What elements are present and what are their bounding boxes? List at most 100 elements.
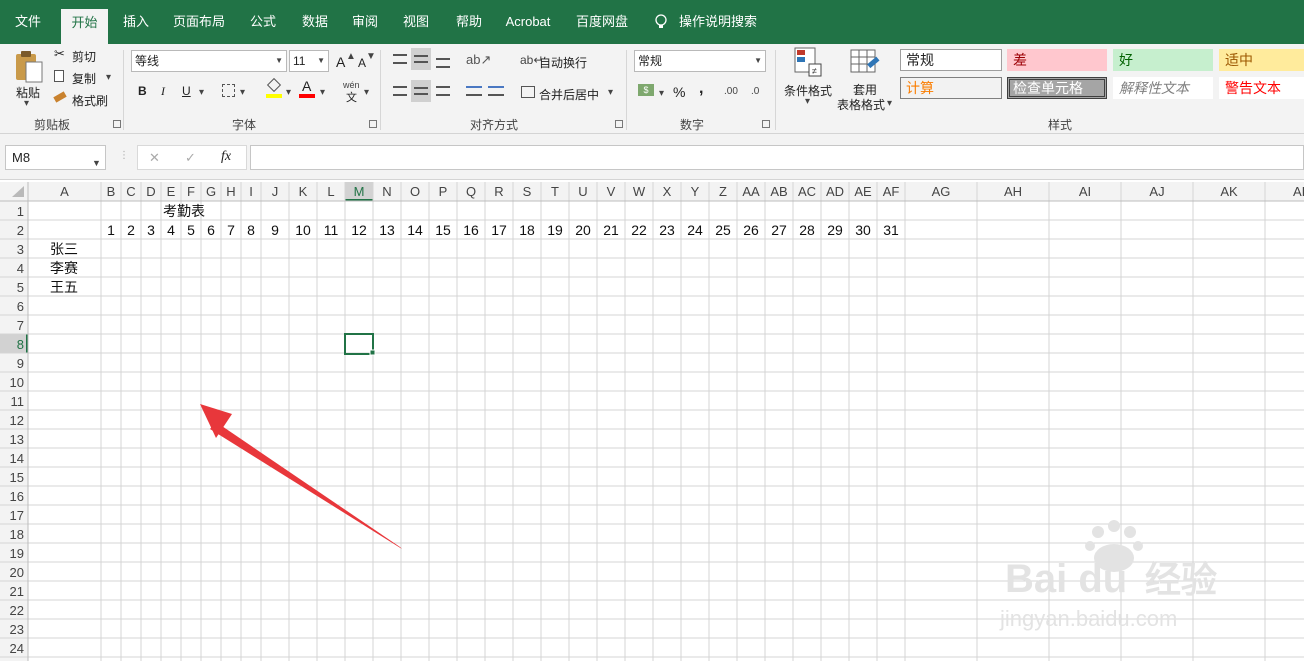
cell-style-1[interactable]: 常规 bbox=[900, 49, 1002, 71]
row-header-15[interactable]: 15 bbox=[10, 470, 24, 485]
tab-2[interactable]: 开始 bbox=[61, 9, 108, 44]
row-header-3[interactable]: 3 bbox=[17, 242, 24, 257]
sheet-title-cell[interactable]: 考勤表 bbox=[163, 203, 205, 219]
day-cell[interactable]: 4 bbox=[167, 222, 175, 238]
row-header-11[interactable]: 11 bbox=[11, 394, 25, 409]
column-header-AK[interactable]: AK bbox=[1220, 184, 1238, 199]
align-right-icon[interactable] bbox=[436, 86, 450, 96]
day-cell[interactable]: 10 bbox=[295, 222, 311, 238]
align-center-icon[interactable] bbox=[411, 80, 431, 102]
row-header-9[interactable]: 9 bbox=[17, 356, 24, 371]
day-cell[interactable]: 15 bbox=[435, 222, 451, 238]
day-cell[interactable]: 14 bbox=[407, 222, 423, 238]
column-header-AA[interactable]: AA bbox=[742, 184, 760, 199]
column-header-AE[interactable]: AE bbox=[854, 184, 872, 199]
tab-6[interactable]: 数据 bbox=[292, 8, 338, 36]
cell-style-2[interactable]: 差 bbox=[1007, 49, 1107, 71]
row-header-21[interactable]: 21 bbox=[10, 584, 24, 599]
row-header-1[interactable]: 1 bbox=[17, 204, 24, 219]
column-header-Z[interactable]: Z bbox=[719, 184, 727, 199]
day-cell[interactable]: 25 bbox=[715, 222, 731, 238]
column-header-M[interactable]: M bbox=[354, 184, 365, 199]
day-cell[interactable]: 6 bbox=[207, 222, 215, 238]
column-header-AB[interactable]: AB bbox=[770, 184, 787, 199]
column-header-W[interactable]: W bbox=[633, 184, 646, 199]
row-header-6[interactable]: 6 bbox=[17, 299, 24, 314]
alignment-launcher-icon[interactable] bbox=[615, 120, 623, 128]
drag-handle-icon[interactable]: ⋮ bbox=[119, 150, 129, 161]
column-header-L[interactable]: L bbox=[327, 184, 334, 199]
decrease-indent-icon[interactable] bbox=[466, 86, 482, 96]
column-header-AJ[interactable]: AJ bbox=[1149, 184, 1164, 199]
insert-function-icon[interactable]: fx bbox=[221, 149, 231, 165]
grow-font-button[interactable]: A bbox=[336, 54, 345, 70]
column-header-B[interactable]: B bbox=[107, 184, 116, 199]
name-cell[interactable]: 李赛 bbox=[50, 260, 78, 276]
day-cell[interactable]: 23 bbox=[659, 222, 675, 238]
day-cell[interactable]: 8 bbox=[247, 222, 255, 238]
column-header-O[interactable]: O bbox=[410, 184, 420, 199]
column-header-U[interactable]: U bbox=[578, 184, 587, 199]
day-cell[interactable]: 17 bbox=[491, 222, 507, 238]
column-header-R[interactable]: R bbox=[494, 184, 503, 199]
day-cell[interactable]: 31 bbox=[883, 222, 899, 238]
increase-indent-icon[interactable] bbox=[488, 86, 504, 96]
day-cell[interactable]: 13 bbox=[379, 222, 395, 238]
day-cell[interactable]: 27 bbox=[771, 222, 787, 238]
merge-center-button[interactable]: 合并后居中 ▾ bbox=[520, 82, 620, 104]
bold-button[interactable]: B bbox=[138, 84, 147, 98]
cut-button[interactable]: ✂ 剪切 bbox=[54, 46, 114, 64]
day-cell[interactable]: 9 bbox=[271, 222, 279, 238]
font-size-select[interactable]: 11 ▼ bbox=[289, 50, 329, 72]
column-header-AI[interactable]: AI bbox=[1079, 184, 1091, 199]
column-header-A[interactable]: A bbox=[60, 184, 69, 199]
fill-color-icon[interactable] bbox=[266, 77, 282, 98]
format-painter-button[interactable]: 格式刷 bbox=[53, 90, 114, 108]
row-header-13[interactable]: 13 bbox=[10, 432, 24, 447]
cell-style-7[interactable]: 解释性文本 bbox=[1113, 77, 1213, 99]
column-header-D[interactable]: D bbox=[146, 184, 155, 199]
conditional-format-button[interactable]: ≠ 条件格式 ▾ bbox=[782, 46, 834, 110]
column-header-P[interactable]: P bbox=[439, 184, 448, 199]
day-cell[interactable]: 3 bbox=[147, 222, 155, 238]
column-header-E[interactable]: E bbox=[167, 184, 176, 199]
day-cell[interactable]: 18 bbox=[519, 222, 535, 238]
paste-button[interactable]: 粘贴 ▾ bbox=[8, 48, 48, 112]
column-header-AH[interactable]: AH bbox=[1004, 184, 1022, 199]
day-cell[interactable]: 28 bbox=[799, 222, 815, 238]
row-header-17[interactable]: 17 bbox=[10, 508, 24, 523]
cell-style-8[interactable]: 警告文本 bbox=[1219, 77, 1304, 99]
row-header-4[interactable]: 4 bbox=[17, 261, 24, 276]
day-cell[interactable]: 5 bbox=[187, 222, 195, 238]
day-cell[interactable]: 24 bbox=[687, 222, 703, 238]
tab-7[interactable]: 审阅 bbox=[342, 8, 388, 36]
name-cell[interactable]: 王五 bbox=[50, 279, 78, 295]
currency-icon[interactable]: $ bbox=[638, 84, 654, 96]
column-header-AG[interactable]: AG bbox=[932, 184, 951, 199]
shrink-font-button[interactable]: A bbox=[358, 56, 366, 70]
selected-cell[interactable] bbox=[344, 333, 374, 355]
font-name-select[interactable]: 等线 ▼ bbox=[131, 50, 287, 72]
day-cell[interactable]: 16 bbox=[463, 222, 479, 238]
column-header-Q[interactable]: Q bbox=[466, 184, 476, 199]
column-header-Y[interactable]: Y bbox=[691, 184, 700, 199]
column-header-T[interactable]: T bbox=[551, 184, 559, 199]
row-header-12[interactable]: 12 bbox=[10, 413, 24, 428]
row-header-5[interactable]: 5 bbox=[17, 280, 24, 295]
borders-icon[interactable] bbox=[222, 84, 235, 97]
font-color-icon[interactable]: A bbox=[299, 78, 315, 98]
fill-handle[interactable] bbox=[369, 349, 376, 356]
underline-button[interactable]: U bbox=[182, 84, 191, 98]
row-header-2[interactable]: 2 bbox=[17, 223, 24, 238]
day-cell[interactable]: 12 bbox=[351, 222, 367, 238]
orientation-icon[interactable]: ab↗ bbox=[466, 52, 491, 68]
align-left-icon[interactable] bbox=[393, 86, 407, 96]
row-header-10[interactable]: 10 bbox=[10, 375, 24, 390]
tab-5[interactable]: 公式 bbox=[240, 8, 286, 36]
enter-icon[interactable]: ✓ bbox=[185, 150, 196, 166]
day-cell[interactable]: 26 bbox=[743, 222, 759, 238]
copy-button[interactable]: 复制 ▾ bbox=[54, 68, 114, 86]
align-middle-icon[interactable] bbox=[411, 48, 431, 70]
day-cell[interactable]: 19 bbox=[547, 222, 563, 238]
row-header-8[interactable]: 8 bbox=[17, 337, 24, 352]
